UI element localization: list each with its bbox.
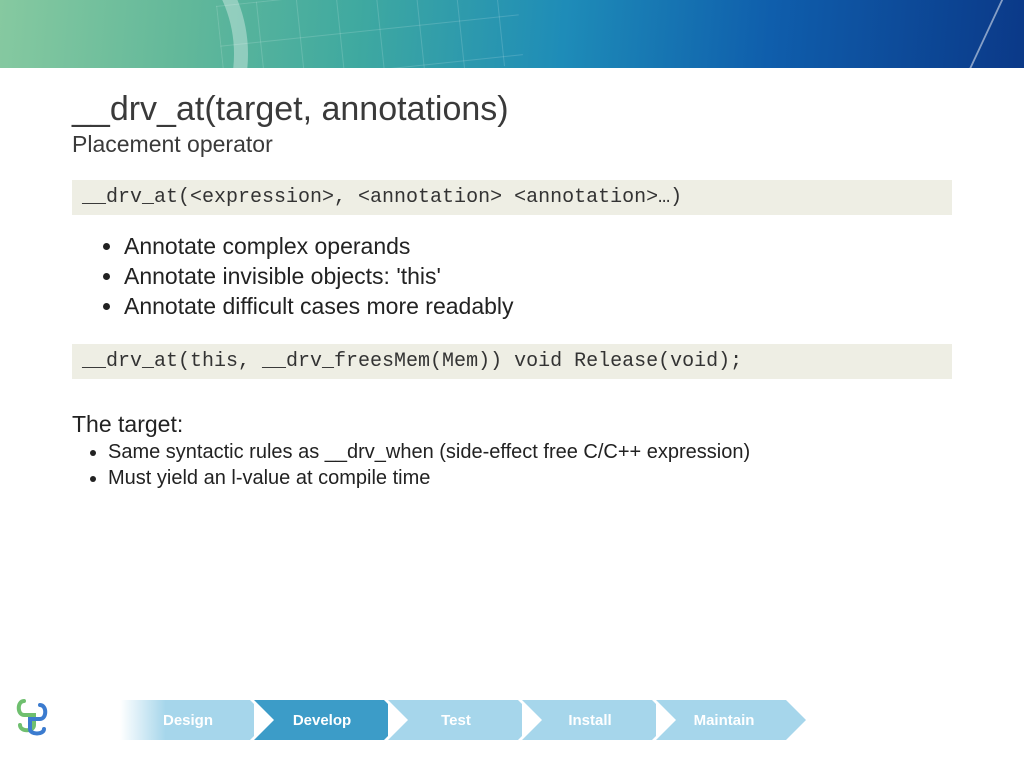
bullet-item: Same syntactic rules as __drv_when (side…	[108, 441, 952, 464]
process-arrows: Design Develop Test Install Maintain	[120, 700, 786, 740]
bullet-item: Must yield an l-value at compile time	[108, 467, 952, 490]
step-design: Design	[120, 700, 250, 740]
step-maintain: Maintain	[656, 700, 786, 740]
decorative-banner	[0, 0, 1024, 68]
slide-title: __drv_at(target, annotations)	[72, 90, 952, 129]
step-develop: Develop	[254, 700, 384, 740]
code-example: __drv_at(this, __drv_freesMem(Mem)) void…	[72, 344, 952, 379]
bullet-item: Annotate invisible objects: 'this'	[124, 263, 952, 290]
step-install: Install	[522, 700, 652, 740]
slide-subtitle: Placement operator	[72, 131, 952, 158]
target-bullets: Same syntactic rules as __drv_when (side…	[72, 441, 952, 490]
slide-footer: Design Develop Test Install Maintain	[0, 690, 1024, 746]
feature-bullets: Annotate complex operands Annotate invis…	[72, 233, 952, 320]
slide-content: __drv_at(target, annotations) Placement …	[0, 68, 1024, 490]
bullet-item: Annotate complex operands	[124, 233, 952, 260]
bullet-item: Annotate difficult cases more readably	[124, 293, 952, 320]
section-label: The target:	[72, 411, 952, 438]
step-test: Test	[388, 700, 518, 740]
code-syntax: __drv_at(<expression>, <annotation> <ann…	[72, 180, 952, 215]
logo-icon	[14, 695, 54, 744]
